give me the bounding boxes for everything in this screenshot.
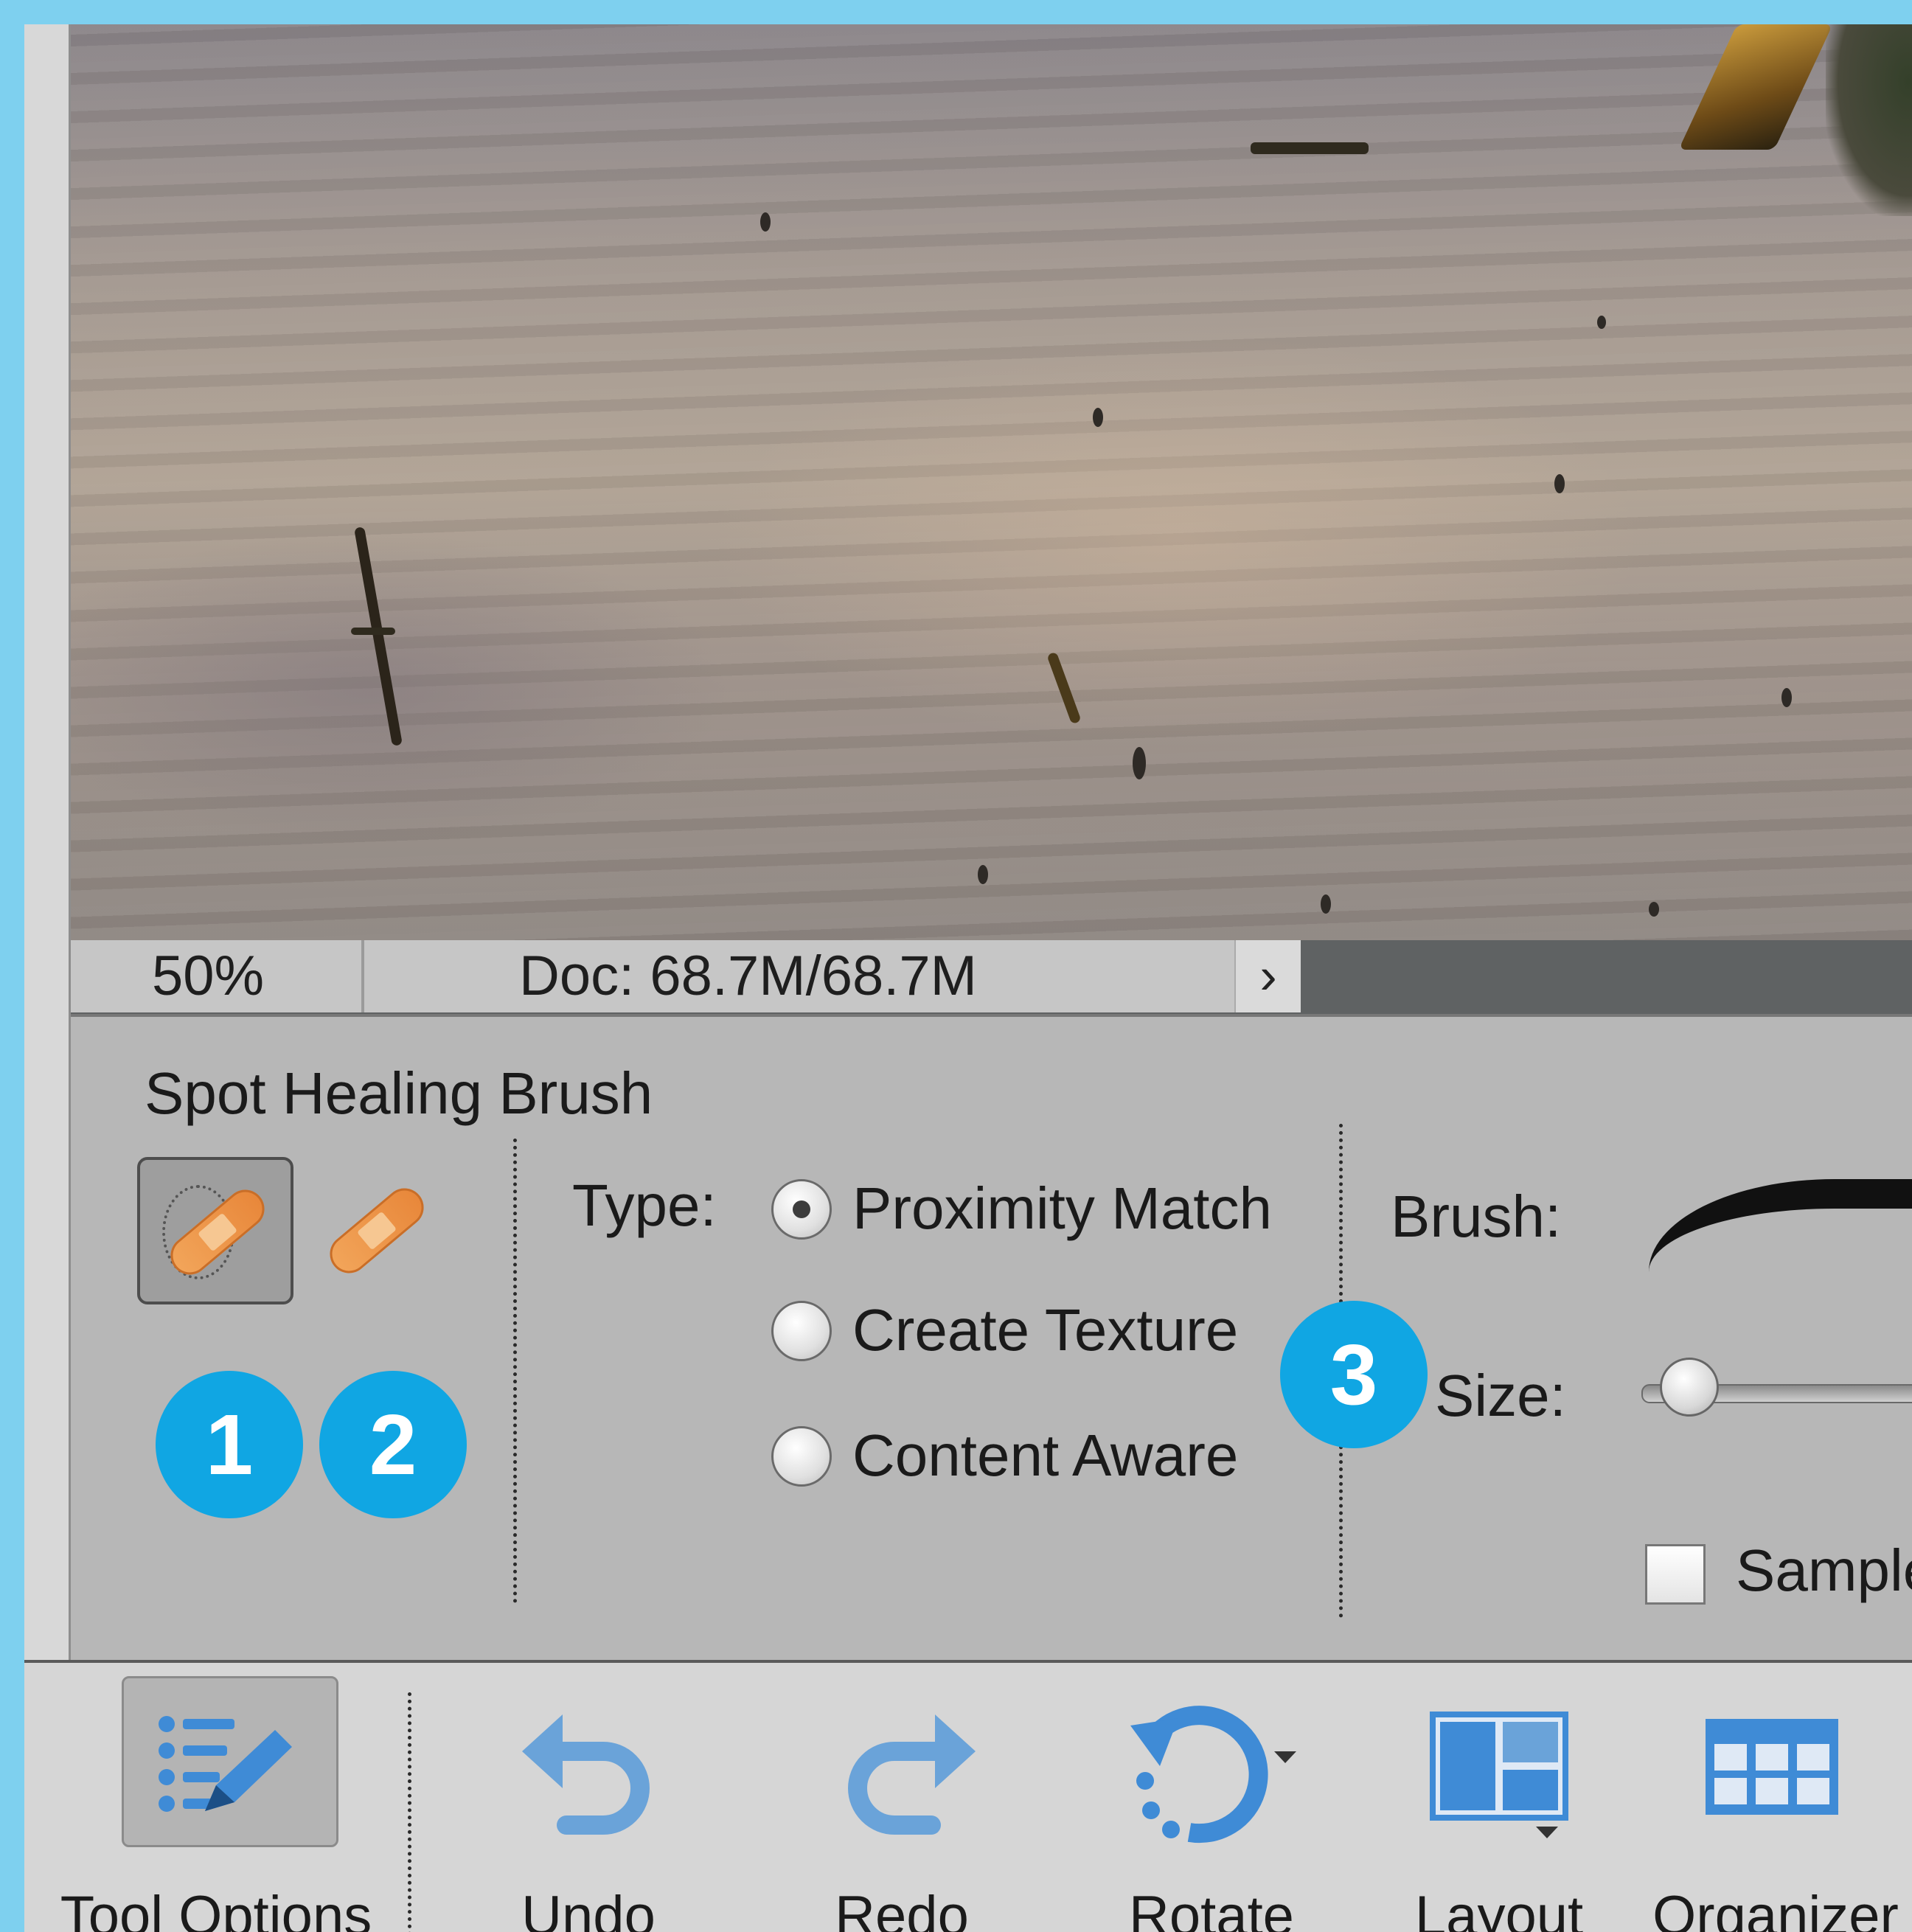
tool-options-button-bg bbox=[122, 1676, 338, 1847]
radio-button[interactable] bbox=[771, 1426, 832, 1487]
tool-options-label: Tool Options bbox=[60, 1885, 372, 1932]
layout-label: Layout bbox=[1414, 1885, 1584, 1932]
taskbar: Tool Options Undo Redo Rotate Layout Org… bbox=[24, 1660, 1912, 1932]
redo-label: Redo bbox=[835, 1885, 969, 1932]
photo-reed bbox=[354, 527, 403, 746]
photo-speck bbox=[760, 212, 771, 232]
document-size-info: Doc: 68.7M/68.7M bbox=[364, 940, 1234, 1012]
layout-button[interactable]: Layout bbox=[1388, 1663, 1610, 1932]
photo-speck bbox=[1321, 894, 1331, 914]
organizer-icon bbox=[1706, 1719, 1838, 1815]
size-slider-thumb[interactable] bbox=[1660, 1358, 1719, 1417]
organizer-label: Organizer bbox=[1652, 1885, 1899, 1932]
tool-title: Spot Healing Brush bbox=[145, 1060, 653, 1126]
rotate-button[interactable]: Rotate bbox=[1079, 1663, 1344, 1932]
redo-button[interactable]: Redo bbox=[776, 1663, 1027, 1932]
photo-log bbox=[1678, 24, 1833, 150]
radio-button-checked[interactable] bbox=[771, 1179, 832, 1240]
callout-badge-3: 3 bbox=[1280, 1301, 1428, 1448]
organizer-button[interactable]: Organizer bbox=[1639, 1663, 1912, 1932]
radio-label: Create Texture bbox=[852, 1297, 1239, 1363]
image-canvas[interactable] bbox=[71, 24, 1912, 940]
rotate-label: Rotate bbox=[1129, 1885, 1294, 1932]
photo-stick bbox=[351, 628, 395, 635]
healing-brush-button[interactable] bbox=[307, 1157, 454, 1304]
status-bar: 50% Doc: 68.7M/68.7M › bbox=[71, 940, 1912, 1014]
photo-speck bbox=[1133, 747, 1146, 779]
tool-options-panel: Spot Healing Brush 1 2 Type: Proximity M… bbox=[71, 1014, 1912, 1663]
callout-badge-2: 2 bbox=[319, 1371, 467, 1518]
photo-stick bbox=[1251, 142, 1369, 154]
tool-options-icon bbox=[159, 1716, 292, 1812]
tool-options-button[interactable]: Tool Options bbox=[39, 1663, 393, 1932]
photo-speck bbox=[978, 865, 988, 884]
brush-preview[interactable] bbox=[1649, 1179, 1912, 1282]
brush-label: Brush: bbox=[1391, 1184, 1562, 1249]
healing-brush-icon bbox=[321, 1180, 432, 1282]
app-window: 50% Doc: 68.7M/68.7M › Spot Healing Brus… bbox=[24, 24, 1912, 1932]
sample-all-layers-checkbox[interactable] bbox=[1645, 1544, 1706, 1605]
size-label: Size: bbox=[1435, 1363, 1566, 1428]
spot-healing-brush-button[interactable] bbox=[137, 1157, 293, 1304]
undo-button[interactable]: Undo bbox=[467, 1663, 710, 1932]
photo-reed bbox=[1046, 651, 1082, 725]
zoom-level[interactable]: 50% bbox=[71, 940, 364, 1012]
photo-speck bbox=[1781, 688, 1792, 707]
photo-speck bbox=[1597, 316, 1606, 329]
radio-label: Proximity Match bbox=[852, 1175, 1272, 1241]
radio-label: Content Aware bbox=[852, 1422, 1239, 1488]
left-edge-strip bbox=[24, 24, 71, 1660]
undo-icon bbox=[522, 1714, 650, 1835]
sample-label: Sample bbox=[1736, 1537, 1912, 1603]
redo-icon bbox=[848, 1714, 976, 1835]
photo-speck bbox=[1093, 408, 1103, 427]
photo-speck bbox=[1554, 474, 1565, 493]
photo-grass bbox=[1826, 24, 1912, 216]
status-menu-arrow-icon[interactable]: › bbox=[1234, 940, 1301, 1012]
callout-badge-1: 1 bbox=[156, 1371, 303, 1518]
radio-button[interactable] bbox=[771, 1301, 832, 1361]
rotate-icon bbox=[1130, 1706, 1296, 1844]
layout-icon bbox=[1430, 1712, 1568, 1838]
panel-divider bbox=[513, 1139, 517, 1603]
type-label: Type: bbox=[572, 1172, 717, 1238]
photo-speck bbox=[1649, 902, 1659, 917]
undo-label: Undo bbox=[521, 1885, 656, 1932]
taskbar-divider bbox=[408, 1692, 411, 1932]
